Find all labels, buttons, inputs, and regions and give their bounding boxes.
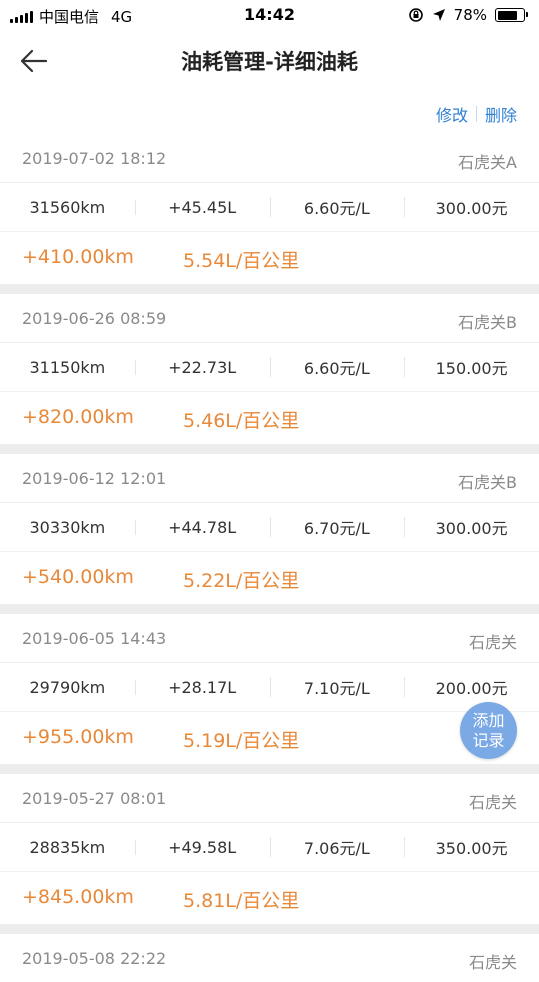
record-station: 石虎关B: [458, 313, 517, 332]
record-fuel: +49.58L: [134, 838, 270, 857]
record-odometer: 28835km: [29, 837, 106, 857]
edit-button[interactable]: 修改: [436, 102, 468, 126]
record-datetime: 2019-06-05 14:43: [22, 629, 167, 648]
record-datetime: 2019-06-12 12:01: [22, 469, 167, 488]
record-consumption: 5.46L/百公里: [183, 410, 300, 432]
record-amount: 300.00元: [404, 515, 539, 539]
record-actions: 修改 删除: [436, 102, 517, 126]
record-details: 31560km +45.45L 6.60元/L 300.00元: [0, 182, 539, 232]
record-amount: 150.00元: [404, 355, 539, 379]
record-details: 31150km +22.73L 6.60元/L 150.00元: [0, 342, 539, 392]
record-price: 7.10元/L: [269, 675, 405, 699]
fuel-record[interactable]: 2019-05-08 22:22 石虎关: [0, 934, 539, 982]
record-station: 石虎关A: [458, 153, 517, 172]
actions-divider: [475, 106, 477, 122]
add-record-label-line1: 添加: [472, 710, 505, 730]
record-odometer: 31150km: [29, 357, 106, 377]
record-distance: +540.00km: [22, 566, 134, 588]
record-details: 28835km +49.58L 7.06元/L 350.00元: [0, 822, 539, 872]
record-amount: 200.00元: [404, 675, 539, 699]
record-consumption: 5.54L/百公里: [183, 250, 300, 272]
record-header: 2019-07-02 18:12 石虎关A: [0, 134, 539, 182]
battery-fill: [497, 10, 517, 20]
record-summary: +955.00km 5.19L/百公里: [0, 712, 539, 764]
status-right: 78%: [408, 6, 528, 24]
record-divider: [0, 764, 539, 774]
record-distance: +845.00km: [22, 886, 134, 908]
fuel-record-list: 2019-07-02 18:12 石虎关A 31560km +45.45L 6.…: [0, 134, 539, 982]
record-fuel: +22.73L: [134, 358, 270, 377]
record-price: 7.06元/L: [269, 835, 405, 859]
record-station: 石虎关: [468, 953, 517, 972]
record-summary: +540.00km 5.22L/百公里: [0, 552, 539, 604]
record-fuel: +28.17L: [134, 678, 270, 697]
record-header: 2019-06-26 08:59 石虎关B: [0, 294, 539, 342]
fuel-record[interactable]: 2019-07-02 18:12 石虎关A 31560km +45.45L 6.…: [0, 134, 539, 284]
record-amount: 300.00元: [404, 195, 539, 219]
record-consumption: 5.81L/百公里: [183, 890, 300, 912]
record-price: 6.70元/L: [269, 515, 405, 539]
record-datetime: 2019-05-08 22:22: [22, 949, 167, 968]
record-datetime: 2019-06-26 08:59: [22, 309, 167, 328]
location-icon: [432, 9, 445, 21]
record-odometer: 31560km: [29, 197, 106, 217]
record-station: 石虎关: [468, 633, 517, 652]
orientation-lock-icon: [408, 8, 423, 22]
battery-icon: [495, 8, 528, 22]
fuel-record[interactable]: 2019-06-26 08:59 石虎关B 31150km +22.73L 6.…: [0, 294, 539, 444]
record-price: 6.60元/L: [269, 195, 405, 219]
fuel-record[interactable]: 2019-06-12 12:01 石虎关B 30330km +44.78L 6.…: [0, 454, 539, 604]
record-divider: [0, 604, 539, 614]
record-station: 石虎关B: [458, 473, 517, 492]
fuel-record[interactable]: 2019-06-05 14:43 石虎关 29790km +28.17L 7.1…: [0, 614, 539, 764]
page-title: 油耗管理-详细油耗: [181, 50, 358, 74]
add-record-label-line2: 记录: [472, 730, 505, 750]
record-summary: +410.00km 5.54L/百公里: [0, 232, 539, 284]
record-odometer: 30330km: [29, 517, 106, 537]
record-summary: +820.00km 5.46L/百公里: [0, 392, 539, 444]
record-fuel: +44.78L: [134, 518, 270, 537]
record-divider: [0, 444, 539, 454]
battery-percent: 78%: [453, 6, 487, 24]
nav-bar: 油耗管理-详细油耗: [0, 32, 539, 90]
record-station: 石虎关: [468, 793, 517, 812]
record-consumption: 5.22L/百公里: [183, 570, 300, 592]
record-header: 2019-05-27 08:01 石虎关: [0, 774, 539, 822]
record-price: 6.60元/L: [269, 355, 405, 379]
delete-button[interactable]: 删除: [485, 102, 517, 126]
record-header: 2019-06-12 12:01 石虎关B: [0, 454, 539, 502]
fuel-record[interactable]: 2019-05-27 08:01 石虎关 28835km +49.58L 7.0…: [0, 774, 539, 924]
record-distance: +820.00km: [22, 406, 134, 428]
record-odometer: 29790km: [29, 677, 106, 697]
record-header: 2019-06-05 14:43 石虎关: [0, 614, 539, 662]
record-divider: [0, 284, 539, 294]
record-distance: +410.00km: [22, 246, 134, 268]
record-details: 30330km +44.78L 6.70元/L 300.00元: [0, 502, 539, 552]
status-bar: 中国电信 4G 14:42 78%: [0, 0, 539, 32]
record-consumption: 5.19L/百公里: [183, 730, 300, 752]
add-record-button[interactable]: 添加 记录: [460, 702, 517, 759]
record-fuel: +45.45L: [134, 198, 270, 217]
record-divider: [0, 924, 539, 934]
record-summary: +845.00km 5.81L/百公里: [0, 872, 539, 924]
record-details: 29790km +28.17L 7.10元/L 200.00元: [0, 662, 539, 712]
record-datetime: 2019-05-27 08:01: [22, 789, 167, 808]
record-amount: 350.00元: [404, 835, 539, 859]
record-datetime: 2019-07-02 18:12: [22, 149, 167, 168]
record-header: 2019-05-08 22:22 石虎关: [0, 934, 539, 982]
record-distance: +955.00km: [22, 726, 134, 748]
